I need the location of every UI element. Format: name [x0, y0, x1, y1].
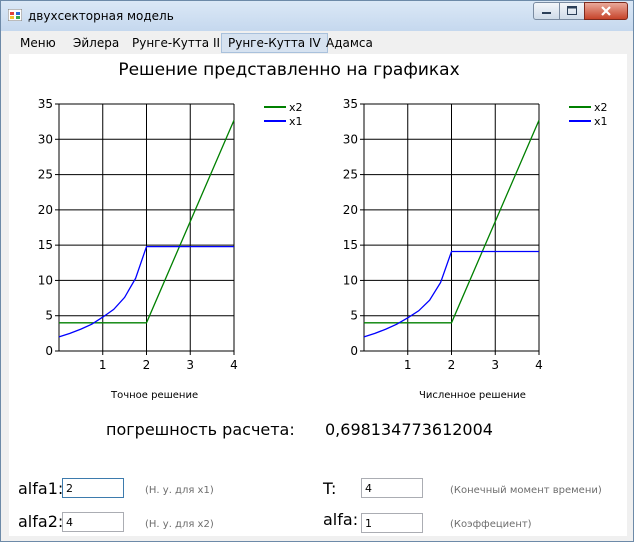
- legend-label-x2: x2: [594, 101, 608, 114]
- maximize-icon: [567, 6, 577, 15]
- window-title: двухсекторная модель: [28, 9, 174, 23]
- close-icon: [601, 6, 611, 16]
- alfa1-input[interactable]: [62, 478, 124, 498]
- t-input[interactable]: [361, 478, 423, 498]
- y-tick-label: 0: [45, 344, 53, 358]
- y-tick-label: 5: [45, 309, 53, 323]
- error-label: погрешность расчета:: [106, 420, 295, 439]
- alfa1-label: alfa1:: [18, 479, 64, 498]
- x-tick-label: 4: [230, 358, 238, 372]
- menu-item-adams[interactable]: Адамса: [320, 33, 379, 53]
- legend-label-x1: x1: [289, 115, 303, 128]
- t-label: T:: [323, 479, 337, 498]
- main-window: двухсекторная модель Меню Эйлера Рунге-К…: [0, 0, 634, 542]
- x-tick-label: 3: [491, 358, 499, 372]
- x-tick-label: 3: [186, 358, 194, 372]
- menu-item-menu[interactable]: Меню: [14, 33, 62, 53]
- y-tick-label: 20: [38, 203, 53, 217]
- y-tick-label: 15: [38, 238, 53, 252]
- page-heading: Решение представленно на графиках: [118, 60, 460, 80]
- x-tick-label: 2: [143, 358, 151, 372]
- t-hint: (Конечный момент времени): [450, 485, 602, 496]
- y-tick-label: 5: [350, 309, 358, 323]
- x-tick-label: 4: [535, 358, 543, 372]
- client-area: Решение представленно на графиках 0 5 10 15…: [9, 54, 627, 536]
- y-tick-label: 30: [343, 132, 358, 146]
- y-tick-label: 10: [343, 273, 358, 287]
- y-tick-label: 25: [38, 168, 53, 182]
- x-tick-label: 1: [99, 358, 107, 372]
- x-tick-label: 2: [448, 358, 456, 372]
- y-tick-label: 25: [343, 168, 358, 182]
- menu-bar: Меню Эйлера Рунге-Кутта III Рунге-Кутта …: [9, 32, 627, 55]
- legend-label-x2: x2: [289, 101, 303, 114]
- title-bar[interactable]: двухсекторная модель: [1, 1, 633, 31]
- exact-solution-chart: 0 5 10 15 20 25 30 35 1 2 3 4 x2x1: [38, 97, 303, 372]
- alfa-label: alfa:: [323, 510, 359, 529]
- y-tick-label: 30: [38, 132, 53, 146]
- alfa-input[interactable]: [361, 513, 423, 533]
- menu-item-runge-kutta-3[interactable]: Рунге-Кутта III: [126, 33, 230, 53]
- app-icon: [8, 9, 22, 21]
- alfa1-hint: (Н. у. для x1): [145, 485, 214, 496]
- error-value: 0,698134773612004: [325, 420, 493, 439]
- y-tick-label: 10: [38, 273, 53, 287]
- minimize-icon: [542, 12, 551, 14]
- minimize-button[interactable]: [533, 2, 560, 20]
- y-tick-label: 15: [343, 238, 358, 252]
- y-tick-label: 35: [38, 97, 53, 111]
- exact-solution-caption: Точное решение: [111, 390, 199, 401]
- y-tick-label: 35: [343, 97, 358, 111]
- x-tick-label: 1: [404, 358, 412, 372]
- alfa2-input[interactable]: [62, 512, 124, 532]
- numerical-solution-caption: Численное решение: [419, 390, 526, 401]
- maximize-button[interactable]: [559, 2, 585, 20]
- y-tick-label: 20: [343, 203, 358, 217]
- alfa2-label: alfa2:: [18, 512, 64, 531]
- y-tick-label: 0: [350, 344, 358, 358]
- alfa2-hint: (Н. у. для x2): [145, 519, 214, 530]
- close-button[interactable]: [584, 2, 628, 20]
- numerical-solution-chart: 0 5 10 15 20 25 30 35 1 2 3 4 x2x1: [343, 97, 608, 372]
- alfa-hint: (Коэффециент): [450, 519, 532, 530]
- legend-label-x1: x1: [594, 115, 608, 128]
- menu-item-runge-kutta-4[interactable]: Рунге-Кутта IV: [221, 33, 328, 53]
- menu-item-euler[interactable]: Эйлера: [67, 33, 125, 53]
